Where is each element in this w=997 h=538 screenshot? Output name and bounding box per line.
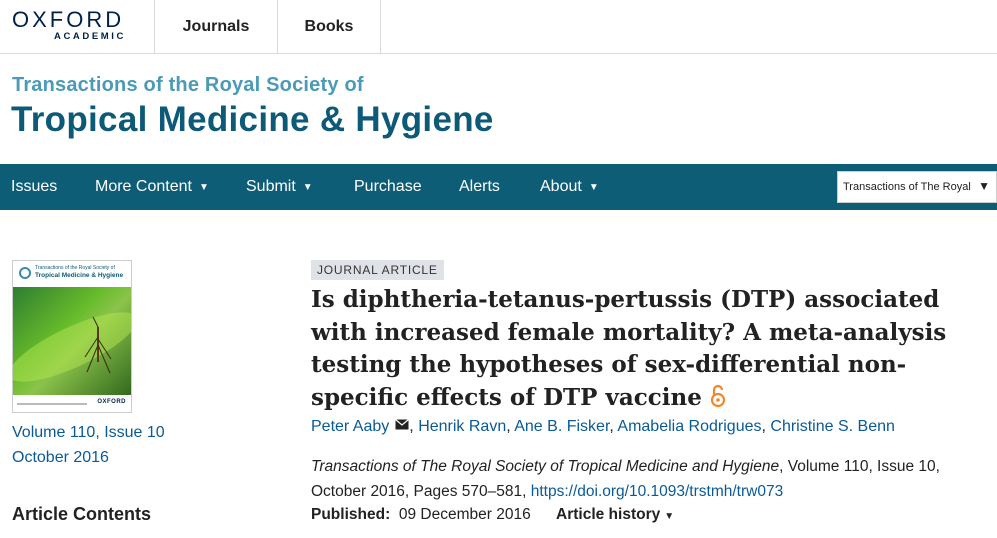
chevron-down-icon: ▼	[198, 181, 209, 193]
published-info: Published: 09 December 2016	[311, 506, 531, 524]
article-contents-heading: Article Contents	[12, 504, 152, 524]
article-history-toggle[interactable]: Article history ▼	[556, 506, 674, 524]
author-separator: ,	[761, 418, 766, 435]
doi-link[interactable]: https://doi.org/10.1093/trstmh/trw073	[531, 483, 783, 500]
journal-select-value: Transactions of The Royal	[843, 181, 971, 193]
author-link[interactable]: Peter Aaby	[311, 418, 389, 435]
cover-header: Transactions of the Royal Society of Tro…	[13, 261, 131, 287]
article-title-text: Is diphtheria-tetanus-pertussis (DTP) as…	[311, 286, 947, 411]
journal-title[interactable]: Tropical Medicine & Hygiene	[11, 100, 494, 140]
chevron-down-icon: ▼	[588, 181, 599, 193]
nav-issues[interactable]: Issues	[11, 164, 57, 210]
chevron-down-icon: ▼	[664, 511, 675, 522]
published-label: Published:	[311, 506, 391, 523]
cover-title: Tropical Medicine & Hygiene	[35, 272, 124, 279]
nav-more-content-label: More Content	[95, 178, 192, 195]
top-nav-books[interactable]: Books	[277, 0, 381, 54]
journal-select[interactable]: Transactions of The Royal ▼	[837, 171, 997, 203]
nav-alerts-label: Alerts	[459, 178, 500, 195]
article-type-badge: JOURNAL ARTICLE	[311, 260, 444, 280]
journal-cover-image[interactable]: Transactions of the Royal Society of Tro…	[12, 260, 132, 413]
top-nav-journals[interactable]: Journals	[154, 0, 277, 54]
article-title: Is diphtheria-tetanus-pertussis (DTP) as…	[311, 284, 951, 414]
nav-about[interactable]: About ▼	[540, 164, 599, 210]
nav-about-label: About	[540, 178, 582, 195]
citation-journal: Transactions of The Royal Society of Tro…	[311, 458, 780, 475]
cover-footer: OXFORD	[13, 395, 131, 412]
published-date: 09 December 2016	[398, 506, 531, 523]
nav-submit-label: Submit	[246, 178, 296, 195]
nav-purchase[interactable]: Purchase	[354, 164, 422, 210]
open-access-icon	[710, 384, 725, 407]
cover-publisher: OXFORD	[97, 399, 126, 405]
author-link[interactable]: Ane B. Fisker	[514, 418, 609, 435]
nav-submit[interactable]: Submit ▼	[246, 164, 313, 210]
author-link[interactable]: Amabelia Rodrigues	[617, 418, 761, 435]
email-icon[interactable]	[395, 419, 410, 430]
author-separator: ,	[409, 418, 414, 435]
author-separator: ,	[506, 418, 511, 435]
mosquito-icon	[84, 317, 112, 374]
cover-fine-print	[17, 403, 87, 405]
cover-title-small: Transactions of the Royal Society of	[35, 265, 115, 271]
nav-purchase-label: Purchase	[354, 178, 422, 195]
mosquito-photo	[13, 287, 131, 395]
journal-title-prefix[interactable]: Transactions of the Royal Society of	[12, 74, 364, 97]
main-nav: Issues More Content ▼ Submit ▼ Purchase …	[0, 164, 997, 210]
author-link[interactable]: Christine S. Benn	[770, 418, 895, 435]
leaf-shape	[13, 299, 131, 395]
issue-date-link[interactable]: October 2016	[12, 449, 109, 467]
oxford-academic-logo[interactable]: OXFORD ACADEMIC	[12, 9, 142, 45]
article-history-label: Article history	[556, 506, 661, 523]
top-bar: OXFORD ACADEMIC Journals Books	[0, 0, 997, 54]
nav-issues-label: Issues	[11, 178, 58, 195]
chevron-down-icon: ▼	[302, 181, 313, 193]
author-link[interactable]: Henrik Ravn	[418, 418, 506, 435]
society-logo-icon	[19, 267, 31, 279]
issue-volume-link[interactable]: Volume 110, Issue 10	[12, 424, 165, 442]
logo-line2: ACADEMIC	[54, 31, 126, 42]
nav-alerts[interactable]: Alerts	[459, 164, 500, 210]
dropdown-arrow-icon: ▼	[978, 179, 990, 193]
author-list: Peter Aaby , Henrik Ravn, Ane B. Fisker,…	[311, 418, 895, 436]
logo-line1: OXFORD	[12, 7, 125, 32]
nav-more-content[interactable]: More Content ▼	[95, 164, 209, 210]
citation: Transactions of The Royal Society of Tro…	[311, 454, 971, 504]
author-separator: ,	[609, 418, 614, 435]
